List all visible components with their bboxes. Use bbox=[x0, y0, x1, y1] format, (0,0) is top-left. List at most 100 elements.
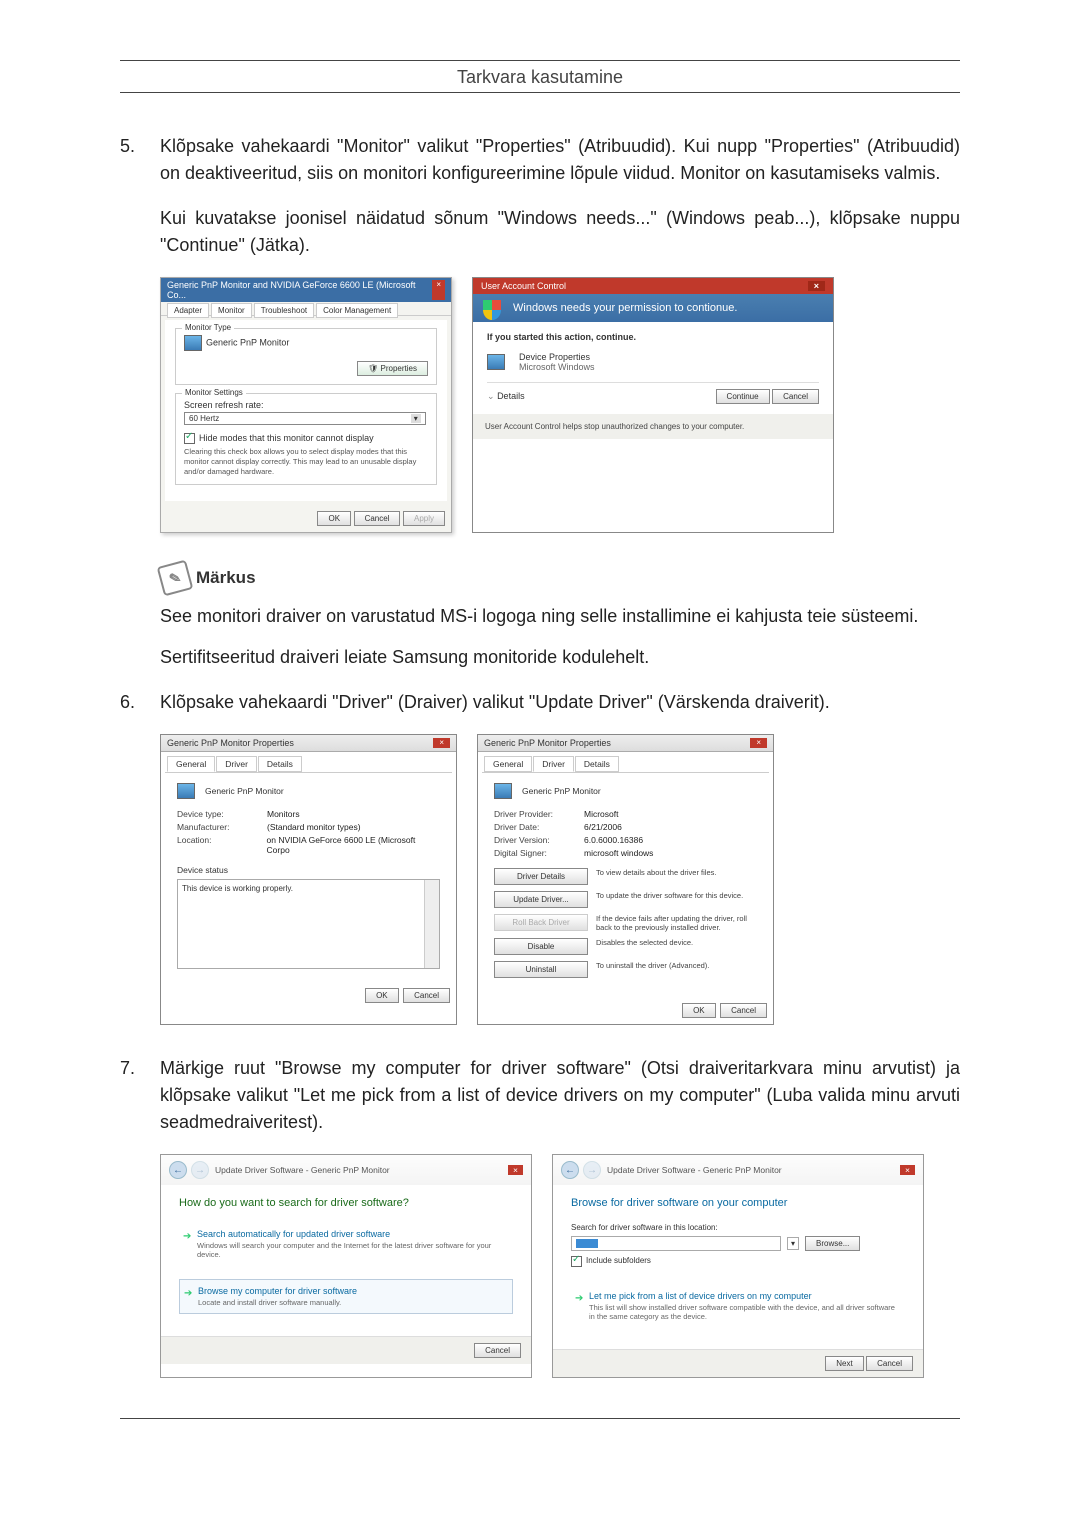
tab-color-mgmt[interactable]: Color Management bbox=[316, 303, 398, 318]
step-5-text: Klõpsake vahekaardi "Monitor" valikut "P… bbox=[160, 133, 960, 187]
update-driver-wizard-2: ← → Update Driver Software - Generic PnP… bbox=[552, 1154, 924, 1377]
tab-troubleshoot[interactable]: Troubleshoot bbox=[254, 303, 314, 318]
shield-icon bbox=[483, 300, 501, 320]
signer-label: Digital Signer: bbox=[494, 848, 584, 858]
tab-details[interactable]: Details bbox=[258, 756, 302, 772]
uac-banner: Windows needs your permission to contion… bbox=[473, 294, 833, 322]
chevron-down-icon: ▾ bbox=[411, 414, 421, 423]
scrollbar[interactable] bbox=[424, 880, 439, 968]
uac-device-properties: Device Properties bbox=[519, 352, 595, 362]
date-value: 6/21/2006 bbox=[584, 822, 622, 832]
path-input[interactable] bbox=[571, 1236, 781, 1251]
browse-button[interactable]: Browse... bbox=[805, 1236, 860, 1251]
back-arrow-icon[interactable]: ← bbox=[561, 1161, 579, 1179]
close-icon[interactable]: × bbox=[808, 281, 825, 291]
forward-arrow-icon: → bbox=[191, 1161, 209, 1179]
forward-arrow-icon: → bbox=[583, 1161, 601, 1179]
next-button[interactable]: Next bbox=[825, 1356, 863, 1371]
ok-button[interactable]: OK bbox=[317, 511, 351, 526]
monitor-type-legend: Monitor Type bbox=[182, 323, 234, 332]
cancel-button[interactable]: Cancel bbox=[474, 1343, 521, 1358]
cancel-button[interactable]: Cancel bbox=[866, 1356, 913, 1371]
step-6-number: 6. bbox=[120, 689, 160, 716]
screenshot-row-3: ← → Update Driver Software - Generic PnP… bbox=[160, 1154, 960, 1377]
uac-footer: User Account Control helps stop unauthor… bbox=[473, 414, 833, 439]
arrow-icon: ➔ bbox=[575, 1293, 583, 1304]
uac-dialog: User Account Control × Windows needs you… bbox=[472, 277, 834, 533]
tab-monitor[interactable]: Monitor bbox=[211, 303, 252, 318]
close-icon[interactable]: × bbox=[508, 1165, 523, 1175]
update-driver-wizard-1: ← → Update Driver Software - Generic PnP… bbox=[160, 1154, 532, 1377]
step-6-text: Klõpsake vahekaardi "Driver" (Draiver) v… bbox=[160, 689, 960, 716]
continue-button[interactable]: Continue bbox=[716, 389, 770, 404]
uac-details[interactable]: Details bbox=[497, 391, 525, 401]
close-icon[interactable]: × bbox=[433, 738, 450, 748]
note-paragraph-1: See monitori draiver on varustatud MS-i … bbox=[160, 603, 960, 630]
signer-value: microsoft windows bbox=[584, 848, 653, 858]
device-type-value: Monitors bbox=[267, 809, 300, 819]
monitor-icon bbox=[487, 354, 505, 370]
apply-button[interactable]: Apply bbox=[403, 511, 445, 526]
tab-adapter[interactable]: Adapter bbox=[167, 303, 209, 318]
rollback-button[interactable]: Roll Back Driver bbox=[494, 914, 588, 931]
option-title: Let me pick from a list of device driver… bbox=[589, 1291, 901, 1301]
monitor-settings-legend: Monitor Settings bbox=[182, 388, 246, 397]
hide-modes-label: Hide modes that this monitor cannot disp… bbox=[199, 433, 374, 443]
provider-value: Microsoft bbox=[584, 809, 618, 819]
refresh-rate-select[interactable]: 60 Hertz▾ bbox=[184, 412, 426, 425]
tab-general[interactable]: General bbox=[167, 756, 215, 772]
arrow-icon: ➔ bbox=[184, 1288, 192, 1299]
monitor-props-driver-dialog: Generic PnP Monitor Properties × General… bbox=[477, 734, 774, 1025]
tab-general[interactable]: General bbox=[484, 756, 532, 772]
ok-button[interactable]: OK bbox=[365, 988, 399, 1003]
monitor-name: Generic PnP Monitor bbox=[206, 337, 289, 347]
provider-label: Driver Provider: bbox=[494, 809, 584, 819]
version-value: 6.0.6000.16386 bbox=[584, 835, 643, 845]
search-location-label: Search for driver software in this locat… bbox=[571, 1223, 905, 1232]
step-5: 5. Klõpsake vahekaardi "Monitor" valikut… bbox=[120, 133, 960, 187]
version-label: Driver Version: bbox=[494, 835, 584, 845]
arrow-icon: ➔ bbox=[183, 1231, 191, 1242]
close-icon[interactable]: × bbox=[900, 1165, 915, 1175]
location-value: on NVIDIA GeForce 6600 LE (Microsoft Cor… bbox=[267, 835, 440, 855]
ok-button[interactable]: OK bbox=[682, 1003, 716, 1018]
tab-driver[interactable]: Driver bbox=[216, 756, 257, 772]
disable-button[interactable]: Disable bbox=[494, 938, 588, 955]
step-7-number: 7. bbox=[120, 1055, 160, 1136]
close-icon[interactable]: × bbox=[432, 280, 445, 300]
close-icon[interactable]: × bbox=[750, 738, 767, 748]
update-driver-button[interactable]: Update Driver... bbox=[494, 891, 588, 908]
option-title: Browse my computer for driver software bbox=[198, 1286, 508, 1296]
properties-button[interactable]: 🛡 Properties bbox=[357, 361, 428, 376]
dialog-tabs: AdapterMonitorTroubleshootColor Manageme… bbox=[161, 302, 451, 316]
screenshot-row-1: Generic PnP Monitor and NVIDIA GeForce 6… bbox=[160, 277, 960, 533]
tab-details[interactable]: Details bbox=[575, 756, 619, 772]
include-subfolders-checkbox[interactable] bbox=[571, 1256, 582, 1267]
wizard-heading: How do you want to search for driver sof… bbox=[179, 1197, 513, 1209]
note-icon: ✎ bbox=[157, 560, 194, 597]
option-search-auto[interactable]: ➔ Search automatically for updated drive… bbox=[179, 1223, 513, 1265]
uninstall-button[interactable]: Uninstall bbox=[494, 961, 588, 978]
cancel-button[interactable]: Cancel bbox=[403, 988, 450, 1003]
cancel-button[interactable]: Cancel bbox=[720, 1003, 767, 1018]
device-status-legend: Device status bbox=[177, 865, 440, 875]
wizard-crumb: Update Driver Software - Generic PnP Mon… bbox=[215, 1165, 390, 1175]
tab-driver[interactable]: Driver bbox=[533, 756, 574, 772]
date-label: Driver Date: bbox=[494, 822, 584, 832]
option-pick-from-list[interactable]: ➔ Let me pick from a list of device driv… bbox=[571, 1285, 905, 1327]
page-header-title: Tarkvara kasutamine bbox=[120, 67, 960, 88]
monitor-properties-dialog: Generic PnP Monitor and NVIDIA GeForce 6… bbox=[160, 277, 452, 533]
option-browse-computer[interactable]: ➔ Browse my computer for driver software… bbox=[179, 1279, 513, 1314]
monitor-icon bbox=[494, 783, 512, 799]
manufacturer-value: (Standard monitor types) bbox=[267, 822, 361, 832]
back-arrow-icon[interactable]: ← bbox=[169, 1161, 187, 1179]
chevron-down-icon[interactable]: ▾ bbox=[787, 1237, 799, 1250]
driver-details-button[interactable]: Driver Details bbox=[494, 868, 588, 885]
step-5-number: 5. bbox=[120, 133, 160, 187]
cancel-button[interactable]: Cancel bbox=[772, 389, 819, 404]
dialog-title: Generic PnP Monitor Properties bbox=[484, 738, 611, 748]
cancel-button[interactable]: Cancel bbox=[354, 511, 401, 526]
chevron-down-icon[interactable]: ⌄ bbox=[487, 391, 495, 401]
step-7: 7. Märkige ruut "Browse my computer for … bbox=[120, 1055, 960, 1136]
hide-modes-checkbox[interactable] bbox=[184, 433, 195, 444]
